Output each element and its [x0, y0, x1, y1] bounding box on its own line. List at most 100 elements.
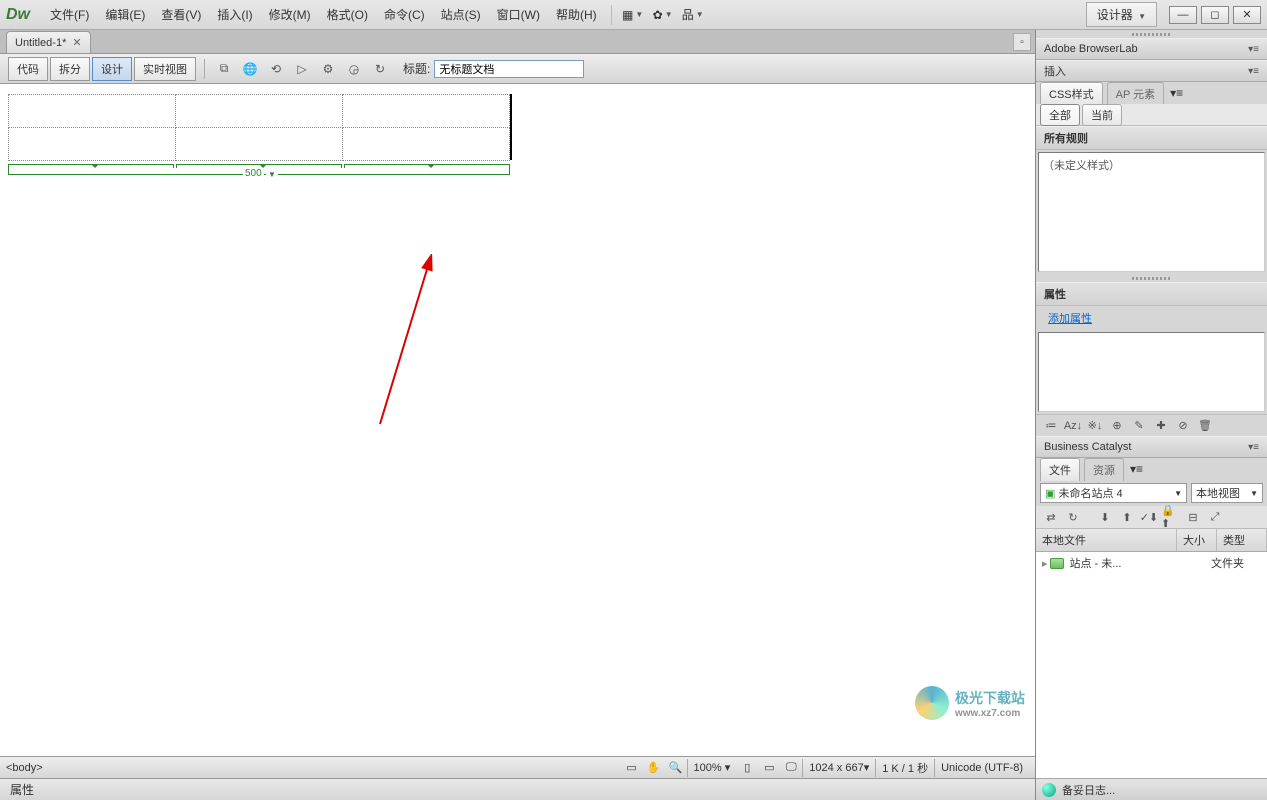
panel-grip[interactable] — [1036, 30, 1267, 38]
menu-format[interactable]: 格式(O) — [319, 2, 376, 27]
tab-label: Untitled-1* — [15, 37, 66, 49]
file-row[interactable]: ▸ 站点 - 未... 文件夹 — [1036, 552, 1267, 574]
css-all-button[interactable]: 全部 — [1040, 104, 1080, 126]
check-icon[interactable]: ↻ — [369, 58, 391, 80]
extend-icon[interactable]: ✿▼ — [650, 4, 676, 26]
tag-selector[interactable]: <body> — [6, 762, 43, 774]
annotation-arrow — [320, 254, 460, 434]
side-panels: Adobe BrowserLab▾≡ 插入▾≡ CSS样式 AP 元素 ▾≡ 全… — [1035, 30, 1267, 800]
window-maximize[interactable]: ◻ — [1201, 6, 1229, 24]
css-current-button[interactable]: 当前 — [1082, 104, 1122, 126]
menu-site[interactable]: 站点(S) — [433, 2, 489, 27]
all-rules-header: 所有规则 — [1036, 126, 1267, 150]
sync-icon[interactable]: ⊟ — [1183, 508, 1203, 526]
selected-table[interactable] — [8, 94, 510, 160]
properties-bar[interactable]: 属性 — [0, 778, 1035, 800]
browser-icon[interactable]: 🌐 — [239, 58, 261, 80]
window-minimize[interactable]: — — [1169, 6, 1197, 24]
workspace-switcher[interactable]: 设计器 ▼ — [1086, 2, 1157, 27]
zoom-tool-icon[interactable]: 🔍 — [666, 759, 686, 777]
az-sort-icon[interactable]: Aᴢ↓ — [1063, 417, 1083, 435]
menu-edit[interactable]: 编辑(E) — [97, 2, 153, 27]
view-code-button[interactable]: 代码 — [8, 57, 48, 81]
css-styles-tab[interactable]: CSS样式 — [1040, 82, 1103, 105]
phone-preview-icon[interactable]: ▯ — [737, 759, 757, 777]
delete-rule-icon[interactable]: 🗑 — [1195, 417, 1215, 435]
menu-modify[interactable]: 修改(M) — [261, 2, 319, 27]
view-live-button[interactable]: 实时视图 — [134, 57, 196, 81]
menubar: Dw 文件(F) 编辑(E) 查看(V) 插入(I) 修改(M) 格式(O) 命… — [0, 0, 1267, 30]
refresh-icon[interactable]: ⚙ — [317, 58, 339, 80]
title-label: 标题: — [403, 60, 430, 77]
ruler-width-label: 500 — [243, 168, 264, 179]
attach-css-icon[interactable]: ⊕ — [1107, 417, 1127, 435]
menu-file[interactable]: 文件(F) — [42, 2, 97, 27]
menu-commands[interactable]: 命令(C) — [376, 2, 433, 27]
desktop-preview-icon[interactable]: 🖵 — [781, 759, 801, 777]
log-link[interactable]: 日志... — [1084, 782, 1115, 798]
visual-aids-icon[interactable]: ◶ — [343, 58, 365, 80]
window-close[interactable]: ✕ — [1233, 6, 1261, 24]
files-tab[interactable]: 文件 — [1040, 458, 1080, 481]
watermark-logo-icon — [915, 686, 949, 720]
expand-icon[interactable]: ⤢ — [1205, 508, 1225, 526]
put-icon[interactable]: ⬆ — [1117, 508, 1137, 526]
tab-close-icon[interactable]: ✕ — [72, 36, 81, 49]
globe-icon[interactable] — [1042, 783, 1056, 797]
files-columns: 本地文件 大小 类型 — [1036, 529, 1267, 552]
checkout-icon[interactable]: ✓⬇ — [1139, 508, 1159, 526]
ap-elements-tab[interactable]: AP 元素 — [1107, 82, 1165, 105]
hand-tool-icon[interactable]: ✋ — [644, 759, 664, 777]
disable-rule-icon[interactable]: ⊘ — [1173, 417, 1193, 435]
rules-list[interactable]: （未定义样式） — [1038, 152, 1265, 272]
refresh-files-icon[interactable]: ↻ — [1063, 508, 1083, 526]
add-property-link[interactable]: 添加属性 — [1036, 306, 1267, 330]
browserlab-panel-header[interactable]: Adobe BrowserLab▾≡ — [1036, 38, 1267, 60]
window-size[interactable]: 1024 x 667▾ — [802, 759, 875, 777]
new-rule-icon[interactable]: ✎ — [1129, 417, 1149, 435]
select-tool-icon[interactable]: ▭ — [622, 759, 642, 777]
set-icon[interactable]: ※↓ — [1085, 417, 1105, 435]
tab-restore-icon[interactable]: ▫ — [1013, 33, 1031, 51]
properties-label: 属性 — [10, 781, 34, 798]
files-status: 备妥 日志... — [1036, 778, 1267, 800]
app-logo: Dw — [6, 6, 30, 24]
tablet-preview-icon[interactable]: ▭ — [759, 759, 779, 777]
col-local[interactable]: 本地文件 — [1036, 529, 1177, 551]
files-panel: ▣ 未命名站点 4▼ 本地视图▼ ⇄ ↻ ⬇ ⬆ ✓⬇ 🔒⬆ ⊟ ⤢ 本地文件 — [1036, 480, 1267, 800]
page-size: 1 K / 1 秒 — [875, 759, 934, 777]
checkin-icon[interactable]: 🔒⬆ — [1161, 508, 1181, 526]
view-split-button[interactable]: 拆分 — [50, 57, 90, 81]
col-size[interactable]: 大小 — [1177, 529, 1217, 551]
view-design-button[interactable]: 设计 — [92, 57, 132, 81]
connect-icon[interactable]: ⇄ — [1041, 508, 1061, 526]
file-list[interactable]: ▸ 站点 - 未... 文件夹 — [1036, 552, 1267, 778]
menu-window[interactable]: 窗口(W) — [489, 2, 548, 27]
menu-help[interactable]: 帮助(H) — [548, 2, 605, 27]
folder-icon — [1050, 558, 1064, 569]
layout-icon[interactable]: ▦▼ — [620, 4, 646, 26]
view-selector[interactable]: 本地视图▼ — [1191, 483, 1263, 503]
edit-rule-icon[interactable]: ✚ — [1151, 417, 1171, 435]
cascade-icon[interactable]: ≔ — [1041, 417, 1061, 435]
document-toolbar: 代码 拆分 设计 实时视图 ⧉ 🌐 ⟲ ▷ ⚙ ◶ ↻ 标题: — [0, 54, 1035, 84]
insert-panel-header[interactable]: 插入▾≡ — [1036, 60, 1267, 82]
get-icon[interactable]: ⬇ — [1095, 508, 1115, 526]
menu-view[interactable]: 查看(V) — [153, 2, 209, 27]
document-tab[interactable]: Untitled-1* ✕ — [6, 31, 91, 53]
nav-icon[interactable]: ▷ — [291, 58, 313, 80]
watermark: 极光下载站 www.xz7.com — [915, 686, 1025, 720]
css-footer: ≔ Aᴢ↓ ※↓ ⊕ ✎ ✚ ⊘ 🗑 — [1036, 414, 1267, 436]
business-catalyst-header[interactable]: Business Catalyst▾≡ — [1036, 436, 1267, 458]
site-selector[interactable]: ▣ 未命名站点 4▼ — [1040, 483, 1187, 503]
css-props-box[interactable] — [1038, 332, 1265, 412]
col-type[interactable]: 类型 — [1217, 529, 1267, 551]
title-input[interactable] — [434, 60, 584, 78]
inspect-icon[interactable]: ⟲ — [265, 58, 287, 80]
site-icon[interactable]: 品▼ — [680, 4, 706, 26]
assets-tab[interactable]: 资源 — [1084, 458, 1124, 481]
design-canvas[interactable]: 500 ▼ 极光下载站 www.xz7.com — [0, 84, 1035, 756]
zoom-level[interactable]: 100% ▾ — [687, 759, 737, 777]
live-code-icon[interactable]: ⧉ — [213, 58, 235, 80]
menu-insert[interactable]: 插入(I) — [209, 2, 260, 27]
